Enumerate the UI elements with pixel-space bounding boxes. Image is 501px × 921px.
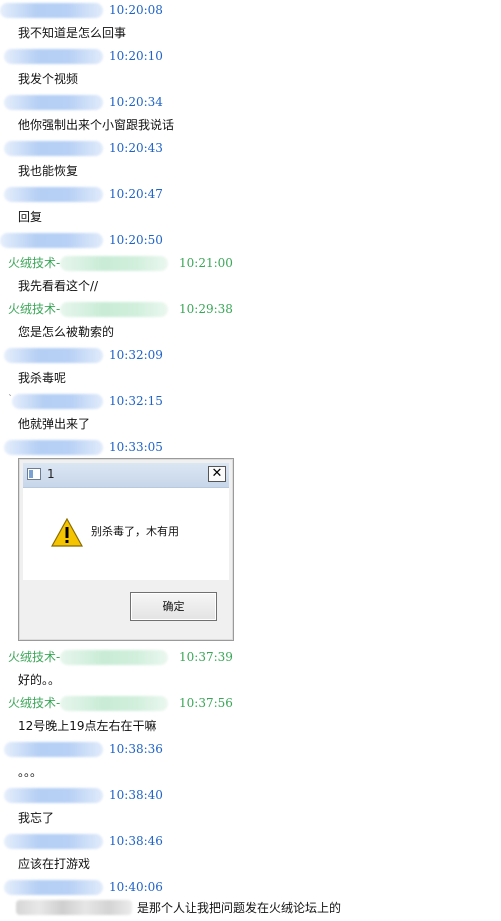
- message-text: 我杀毒呢: [18, 371, 67, 385]
- sender-name-redacted: [4, 49, 103, 64]
- message-time: 10:40:06: [109, 880, 163, 894]
- message-text: 12号晚上19点左右在干嘛: [18, 719, 157, 733]
- message-text: 我也能恢复: [18, 164, 79, 178]
- sender-name-redacted: [0, 233, 103, 248]
- sender-name-redacted: [4, 880, 103, 895]
- sender-name-redacted: [60, 650, 168, 665]
- message-time: 10:32:09: [109, 348, 163, 362]
- sender-name-redacted: [12, 394, 103, 409]
- message-time: 10:32:15: [109, 394, 163, 408]
- message-time: 10:29:38: [179, 302, 233, 316]
- message-text: 我忘了: [18, 811, 55, 825]
- sender-name-redacted: [4, 348, 103, 363]
- message-time: 10:37:39: [179, 650, 233, 664]
- sender-name-redacted: [4, 440, 103, 455]
- dialog-message: 别杀毒了，木有用: [91, 525, 179, 538]
- ok-button[interactable]: 确定: [130, 592, 217, 621]
- warning-dialog-screenshot: 1 ✕ 别杀毒了，木有用 确定: [18, 458, 234, 641]
- message-text: 我发个视频: [18, 72, 79, 86]
- message-text: 他就弹出来了: [18, 417, 91, 431]
- message-text: 。。。: [18, 765, 43, 779]
- sender-name-redacted: [4, 788, 103, 803]
- sender-name-redacted: [4, 95, 103, 110]
- message-text: 我先看看这个//: [18, 279, 99, 293]
- message-time: 10:38:36: [109, 742, 163, 756]
- sender-name-redacted: [60, 302, 168, 317]
- message-text: 他你强制出来个小窗跟我说话: [18, 118, 175, 132]
- dialog-footer: 确定: [23, 580, 229, 636]
- message-text: 您是怎么被勒索的: [18, 325, 115, 339]
- message-time: 10:20:10: [109, 49, 163, 63]
- window-icon: [27, 468, 41, 480]
- message-time: 10:20:50: [109, 233, 163, 247]
- sender-name: 火绒技术-: [8, 256, 61, 270]
- message-time: 10:38:46: [109, 834, 163, 848]
- chat-log: 10:20:08 我不知道是怎么回事 10:20:10 我发个视频 10:20:…: [0, 0, 501, 921]
- message-time: 10:33:05: [109, 440, 163, 454]
- sender-name: 火绒技术-: [8, 650, 61, 664]
- sender-name-redacted: [4, 141, 103, 156]
- sender-name: 火绒技术-: [8, 696, 61, 710]
- sender-name-redacted: [60, 256, 168, 271]
- redacted-text: [16, 900, 132, 915]
- sender-name: 火绒技术-: [8, 302, 61, 316]
- message-time: 10:20:08: [109, 3, 163, 17]
- message-time: 10:20:34: [109, 95, 163, 109]
- sender-name-redacted: [4, 834, 103, 849]
- sender-name-redacted: [60, 696, 168, 711]
- message-text: 好的。。: [18, 673, 61, 687]
- warning-icon: [51, 518, 83, 547]
- message-time: 10:21:00: [179, 256, 233, 270]
- dialog-body: 别杀毒了，木有用: [23, 488, 229, 580]
- message-time: 10:37:56: [179, 696, 233, 710]
- close-icon[interactable]: ✕: [208, 466, 226, 482]
- message-text: 我不知道是怎么回事: [18, 26, 127, 40]
- dialog-title: 1: [47, 467, 55, 481]
- dialog-titlebar: 1 ✕: [23, 463, 229, 488]
- message-time: 10:20:47: [109, 187, 163, 201]
- message-time: 10:38:40: [109, 788, 163, 802]
- sender-name-redacted: [0, 3, 103, 18]
- sender-name-redacted: [4, 187, 103, 202]
- message-time: 10:20:43: [109, 141, 163, 155]
- sender-name-redacted: [4, 742, 103, 757]
- message-text: 回复: [18, 210, 43, 224]
- message-text: 是那个人让我把问题发在火绒论坛上的: [137, 901, 342, 915]
- message-text: 应该在打游戏: [18, 857, 91, 871]
